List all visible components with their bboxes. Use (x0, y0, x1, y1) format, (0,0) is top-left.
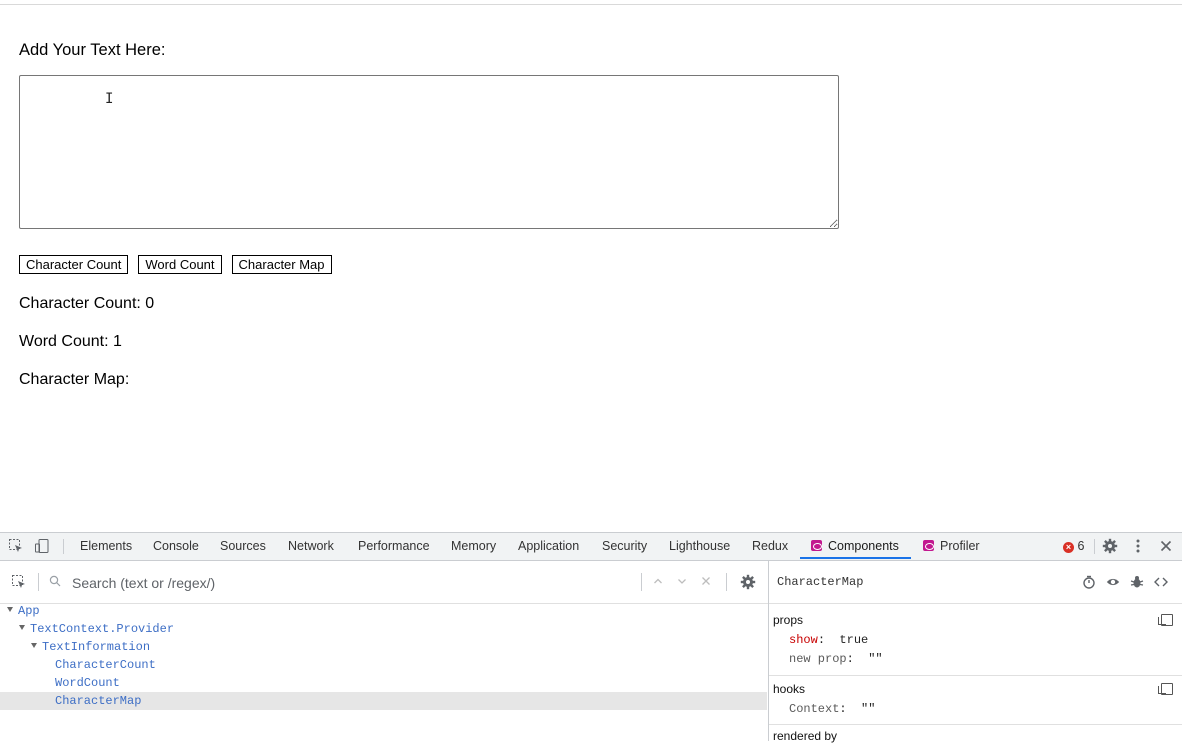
prop-row-show[interactable]: show: true (789, 633, 868, 647)
tree-node-label: CharacterMap (55, 694, 142, 708)
tree-node-app[interactable]: App (0, 602, 767, 620)
inspect-dom-eye-icon[interactable] (1106, 575, 1120, 589)
character-count-result: Character Count: 0 (19, 295, 155, 312)
search-separator (726, 573, 727, 591)
copy-hooks-icon[interactable] (1158, 683, 1173, 695)
text-cursor-icon: I (105, 91, 114, 107)
tree-node-wordcount[interactable]: WordCount (0, 674, 767, 692)
tab-separator (63, 539, 64, 554)
tab-components[interactable]: Components (811, 539, 899, 553)
devtools-panel: Elements Console Sources Network Perform… (0, 532, 1182, 743)
prop-value: true (839, 633, 869, 647)
expand-caret-icon[interactable] (7, 607, 13, 612)
stopwatch-icon[interactable] (1082, 575, 1096, 589)
tab-security[interactable]: Security (602, 539, 647, 553)
prop-key: new prop (789, 652, 847, 666)
tab-console[interactable]: Console (153, 539, 199, 553)
tree-node-label: TextContext.Provider (30, 622, 175, 636)
error-counter[interactable]: × 6 (1063, 539, 1084, 553)
top-border (0, 4, 1182, 5)
device-toolbar-icon[interactable] (34, 538, 50, 554)
clear-search-icon[interactable] (700, 575, 712, 587)
tree-node-textcontext-provider[interactable]: TextContext.Provider (0, 620, 767, 638)
search-separator (641, 573, 642, 591)
character-count-button[interactable]: Character Count (19, 255, 129, 274)
react-icon (811, 540, 822, 551)
component-tree-pane: App TextContext.Provider TextInformation… (0, 561, 769, 741)
view-source-icon[interactable] (1154, 575, 1168, 589)
tree-node-label: TextInformation (42, 640, 151, 654)
tab-memory[interactable]: Memory (451, 539, 496, 553)
expand-caret-icon[interactable] (31, 643, 37, 648)
hook-row-context[interactable]: Context: "" (789, 702, 875, 716)
more-options-icon[interactable] (1130, 538, 1146, 554)
error-icon: × (1063, 542, 1074, 553)
tab-performance[interactable]: Performance (358, 539, 430, 553)
search-separator (38, 573, 39, 591)
devtools-tab-bar: Elements Console Sources Network Perform… (0, 533, 1182, 561)
previous-result-icon[interactable] (652, 575, 664, 587)
tab-sources[interactable]: Sources (220, 539, 266, 553)
tree-node-charactercount[interactable]: CharacterCount (0, 656, 767, 674)
next-result-icon[interactable] (676, 575, 688, 587)
action-buttons: Character Count Word Count Character Map (19, 255, 332, 274)
error-count: 6 (1077, 539, 1085, 553)
copy-props-icon[interactable] (1158, 614, 1173, 626)
word-count-result: Word Count: 1 (19, 333, 122, 350)
word-count-button[interactable]: Word Count (138, 255, 222, 274)
prop-value: "" (868, 652, 883, 666)
debug-bug-icon[interactable] (1130, 575, 1144, 589)
component-search-input[interactable] (70, 574, 634, 592)
component-settings-gear-icon[interactable] (740, 574, 756, 590)
tab-separator (1094, 539, 1095, 554)
prop-row-new-prop[interactable]: new prop: "" (789, 652, 883, 666)
tree-node-label: CharacterCount (55, 658, 156, 672)
component-search-bar (0, 561, 768, 604)
inspect-element-icon[interactable] (8, 538, 24, 554)
search-icon (49, 575, 61, 587)
hooks-section-title: hooks (773, 682, 806, 696)
tree-node-charactermap[interactable]: CharacterMap (0, 692, 767, 710)
section-divider (769, 724, 1182, 725)
close-devtools-icon[interactable] (1158, 538, 1174, 554)
section-divider (769, 675, 1182, 676)
selected-component-name: CharacterMap (777, 575, 864, 589)
active-tab-indicator (800, 557, 911, 559)
tree-node-label: App (18, 604, 40, 618)
hook-key: Context (789, 702, 840, 716)
tree-node-textinformation[interactable]: TextInformation (0, 638, 767, 656)
tab-lighthouse[interactable]: Lighthouse (669, 539, 730, 553)
tab-profiler[interactable]: Profiler (923, 539, 980, 553)
hook-value: "" (861, 702, 876, 716)
tab-components-label: Components (828, 539, 899, 553)
inspector-pane: CharacterMap props show: true new prop: … (769, 561, 1182, 743)
rendered-by-section-title: rendered by (773, 729, 838, 743)
textarea-label: Add Your Text Here: (19, 41, 166, 59)
character-map-result: Character Map: (19, 371, 130, 388)
settings-gear-icon[interactable] (1102, 538, 1118, 554)
inspector-header: CharacterMap (769, 561, 1182, 604)
expand-caret-icon[interactable] (19, 625, 25, 630)
tab-network[interactable]: Network (288, 539, 334, 553)
text-input[interactable] (19, 75, 839, 229)
select-component-icon[interactable] (11, 574, 27, 590)
tab-elements[interactable]: Elements (80, 539, 132, 553)
tree-node-label: WordCount (55, 676, 120, 690)
props-section-title: props (773, 613, 804, 627)
tab-profiler-label: Profiler (940, 539, 980, 553)
tab-redux[interactable]: Redux (752, 539, 788, 553)
tab-application[interactable]: Application (518, 539, 579, 553)
character-map-button[interactable]: Character Map (231, 255, 332, 274)
react-icon (923, 540, 934, 551)
prop-key: show (789, 633, 818, 647)
